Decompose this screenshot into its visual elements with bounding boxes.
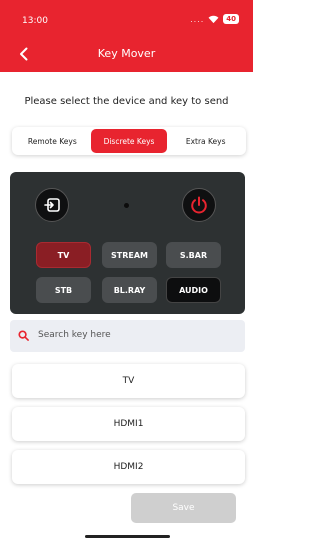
status-time: 13:00	[22, 16, 48, 26]
power-icon	[191, 196, 207, 214]
wifi-icon	[208, 15, 219, 23]
key-list-item-tv[interactable]: TV	[12, 364, 245, 398]
remote-key-tv[interactable]: TV	[36, 242, 91, 268]
key-list-item-hdmi2[interactable]: HDMI2	[12, 450, 245, 484]
search-icon	[18, 330, 29, 341]
page-title: Key Mover	[97, 47, 156, 60]
status-bar: 13:00 .... 40	[0, 0, 253, 36]
remote-key-sbar[interactable]: S.BAR	[166, 242, 221, 268]
input-icon	[44, 198, 60, 212]
remote-panel: TV STREAM S.BAR STB BL.RAY AUDIO	[10, 172, 245, 314]
instruction-text: Please select the device and key to send	[24, 96, 229, 107]
search-input[interactable]: Search key here	[38, 330, 111, 340]
key-list-item-hdmi1[interactable]: HDMI1	[12, 407, 245, 441]
remote-key-bluray[interactable]: BL.RAY	[102, 277, 157, 303]
signal-dots: ....	[190, 14, 205, 24]
input-source-button[interactable]	[35, 188, 69, 222]
app-bar: Key Mover	[0, 36, 253, 72]
remote-key-audio[interactable]: AUDIO	[166, 277, 221, 303]
save-button[interactable]: Save	[131, 493, 236, 523]
tab-extra-keys[interactable]: Extra Keys	[167, 129, 244, 153]
remote-key-stream[interactable]: STREAM	[102, 242, 157, 268]
search-bar[interactable]: Search key here	[10, 320, 245, 352]
tab-remote-keys[interactable]: Remote Keys	[14, 129, 91, 153]
remote-key-stb[interactable]: STB	[36, 277, 91, 303]
power-button[interactable]	[182, 188, 216, 222]
status-icons: .... 40	[190, 14, 239, 24]
tab-discrete-keys[interactable]: Discrete Keys	[90, 129, 168, 153]
ir-indicator	[124, 203, 129, 208]
battery-icon: 40	[223, 14, 239, 24]
key-type-tabs: Remote Keys Discrete Keys Extra Keys	[12, 127, 246, 155]
